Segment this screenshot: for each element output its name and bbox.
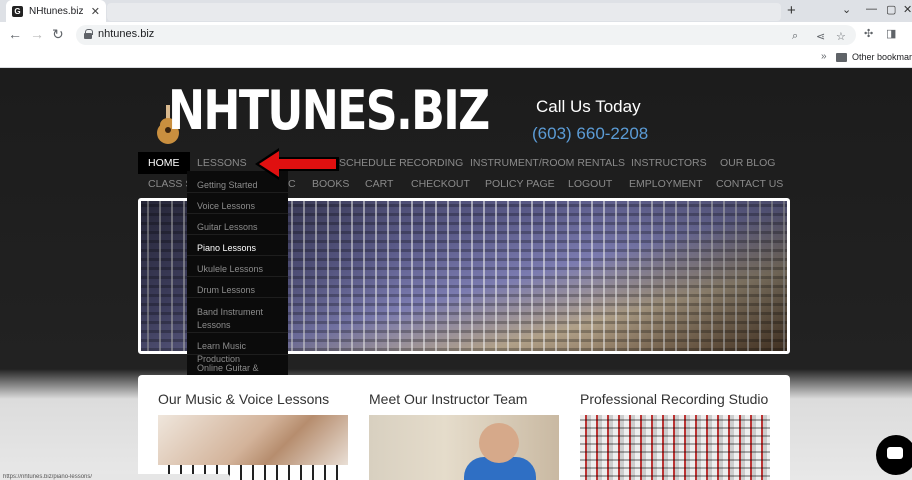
menu-item-ukulele-lessons[interactable]: Ukulele Lessons	[197, 263, 289, 276]
reload-icon[interactable]: ↻	[52, 26, 64, 43]
bookmark-star-icon[interactable]: ☆	[836, 30, 846, 43]
nav-policy-page[interactable]: POLICY PAGE	[485, 178, 555, 190]
nav-schedule-recording[interactable]: SCHEDULE RECORDING	[339, 157, 463, 169]
menu-item-drum-lessons[interactable]: Drum Lessons	[197, 284, 289, 297]
browser-tab[interactable]: G NHtunes.biz ✕	[6, 0, 106, 22]
lock-icon	[84, 29, 93, 39]
chat-icon	[887, 447, 903, 459]
menu-item-guitar-lessons[interactable]: Guitar Lessons	[197, 221, 289, 234]
close-tab-icon[interactable]: ✕	[91, 5, 100, 18]
url-text: nhtunes.biz	[98, 28, 155, 40]
nav-our-blog[interactable]: OUR BLOG	[720, 157, 775, 169]
minimize-icon[interactable]: —	[866, 3, 877, 15]
bookmarks-overflow-icon[interactable]: »	[821, 51, 827, 62]
nav-contact-us[interactable]: CONTACT US	[716, 178, 783, 190]
folder-icon	[836, 53, 847, 62]
web-page: NHTUNES.BIZ Call Us Today (603) 660-2208…	[0, 69, 912, 480]
nav-instrument-room-rentals[interactable]: INSTRUMENT/ROOM RENTALS	[470, 157, 625, 169]
menu-item-piano-lessons[interactable]: Piano Lessons	[197, 242, 289, 255]
address-bar[interactable]: nhtunes.biz ⌕ ⋖ ☆	[76, 25, 856, 45]
lessons-dropdown-menu: Getting Started Voice Lessons Guitar Les…	[187, 171, 289, 399]
bookmarks-bar: » Other bookmarks	[0, 48, 912, 68]
new-tab-icon[interactable]: +	[787, 2, 796, 19]
nav-instructors[interactable]: INSTRUCTORS	[631, 157, 707, 169]
menu-item-voice-lessons[interactable]: Voice Lessons	[197, 200, 289, 213]
site-logo[interactable]: NHTUNES.BIZ	[150, 75, 490, 147]
zoom-icon[interactable]: ⌕	[792, 30, 798, 43]
content-panel: Our Music & Voice Lessons Meet Our Instr…	[138, 375, 790, 480]
menu-item-band-instrument-lessons[interactable]: Band Instrument Lessons	[197, 306, 275, 332]
section-title-recording[interactable]: Professional Recording Studio	[580, 391, 768, 407]
maximize-icon[interactable]: ▢	[886, 3, 896, 16]
nav-cart[interactable]: CART	[365, 178, 393, 190]
nav-classes[interactable]: CLASS S	[148, 178, 192, 190]
status-bar: https://nhtunes.biz/piano-lessons/	[0, 474, 230, 480]
tab-title: NHtunes.biz	[29, 5, 84, 17]
nav-logout[interactable]: LOGOUT	[568, 178, 612, 190]
nav-home[interactable]: HOME	[138, 152, 190, 174]
chat-widget-button[interactable]	[876, 435, 912, 475]
piano-hands-image[interactable]	[158, 415, 348, 480]
nav-lessons[interactable]: LESSONS	[197, 157, 247, 169]
red-arrow-icon	[255, 148, 339, 180]
share-icon[interactable]: ⋖	[816, 30, 825, 43]
status-url: https://nhtunes.biz/piano-lessons/	[3, 474, 93, 480]
browser-toolbar: ← → ↻ nhtunes.biz ⌕ ⋖ ☆ ✣ ◨	[0, 22, 912, 48]
instructor-image[interactable]	[369, 415, 559, 480]
nav-checkout[interactable]: CHECKOUT	[411, 178, 470, 190]
tab-strip-empty	[107, 3, 781, 21]
call-us-label: Call Us Today	[536, 97, 641, 116]
logo-text: NHTUNES.BIZ	[168, 79, 490, 142]
extensions-icon[interactable]: ✣	[864, 27, 873, 40]
section-title-lessons[interactable]: Our Music & Voice Lessons	[158, 391, 329, 407]
side-panel-icon[interactable]: ◨	[886, 27, 896, 40]
section-title-instructors[interactable]: Meet Our Instructor Team	[369, 391, 527, 407]
other-bookmarks-label[interactable]: Other bookmarks	[852, 52, 912, 62]
forward-icon[interactable]: →	[30, 26, 44, 42]
phone-number[interactable]: (603) 660-2208	[532, 124, 648, 144]
browser-tab-bar: G NHtunes.biz ✕ + ⌄ — ▢ ✕	[0, 0, 912, 22]
recording-studio-image[interactable]	[580, 415, 770, 480]
nav-employment[interactable]: EMPLOYMENT	[629, 178, 703, 190]
chevron-down-icon[interactable]: ⌄	[842, 3, 851, 16]
site-favicon-icon: G	[12, 5, 23, 17]
back-icon[interactable]: ←	[8, 26, 22, 42]
close-window-icon[interactable]: ✕	[903, 3, 912, 16]
